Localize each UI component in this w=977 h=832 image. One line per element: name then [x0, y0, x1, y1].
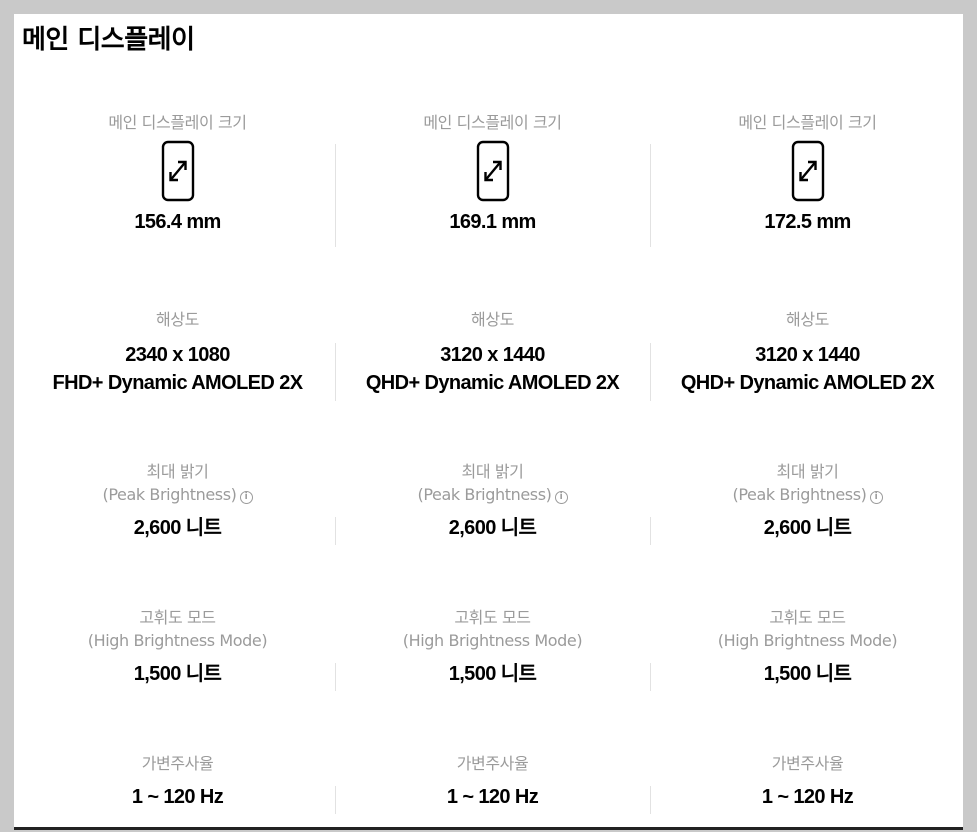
spec-cell: 고휘도 모드 (High Brightness Mode) 1,500 니트: [335, 606, 650, 688]
spec-label-en: (Peak Brightness) i: [20, 483, 335, 506]
spec-value: 2,600 니트: [448, 517, 537, 539]
spec-value: 169.1 mm: [449, 211, 536, 233]
spec-row-peak-brightness: 최대 밝기 (Peak Brightness) i 2,600 니트 최대 밝기 …: [14, 460, 963, 550]
bottom-border: [14, 827, 963, 830]
spec-label: 최대 밝기: [776, 462, 839, 481]
spec-cell: 최대 밝기 (Peak Brightness) i 2,600 니트: [335, 460, 650, 542]
spec-value-panel-type: QHD+ Dynamic AMOLED 2X: [365, 372, 620, 394]
spec-row-display-size: 메인 디스플레이 크기 156.4 mm 메인 디스플레이 크기 169.1 m…: [14, 111, 963, 261]
spec-label: 해상도: [471, 310, 514, 329]
phone-diagonal-size-icon: [650, 140, 963, 202]
spec-label: 메인 디스플레이 크기: [423, 113, 562, 132]
spec-label: 해상도: [786, 310, 829, 329]
spec-value: 156.4 mm: [134, 211, 221, 233]
info-icon[interactable]: i: [869, 491, 883, 504]
spec-label-en: (High Brightness Mode): [402, 631, 583, 650]
spec-cell: 해상도 3120 x 1440 QHD+ Dynamic AMOLED 2X: [335, 308, 650, 397]
spec-label: 가변주사율: [141, 754, 214, 773]
spec-value: 1,500 니트: [763, 663, 852, 685]
spec-cell: 고휘도 모드 (High Brightness Mode) 1,500 니트: [20, 606, 335, 688]
spec-value: 172.5 mm: [764, 211, 851, 233]
spec-row-high-brightness-mode: 고휘도 모드 (High Brightness Mode) 1,500 니트 고…: [14, 606, 963, 696]
spec-label-en: (Peak Brightness) i: [335, 483, 650, 506]
spec-label: 메인 디스플레이 크기: [738, 113, 877, 132]
spec-cell: 고휘도 모드 (High Brightness Mode) 1,500 니트: [650, 606, 963, 688]
spec-cell: 해상도 3120 x 1440 QHD+ Dynamic AMOLED 2X: [650, 308, 963, 397]
spec-cell: 가변주사율 1 ~ 120 Hz: [650, 752, 963, 811]
spec-value: 1 ~ 120 Hz: [131, 786, 224, 808]
spec-cell: 메인 디스플레이 크기 156.4 mm: [20, 111, 335, 236]
phone-diagonal-size-icon: [335, 140, 650, 202]
spec-cell: 최대 밝기 (Peak Brightness) i 2,600 니트: [650, 460, 963, 542]
spec-label: 최대 밝기: [461, 462, 524, 481]
spec-label: 최대 밝기: [146, 462, 209, 481]
info-icon[interactable]: i: [239, 491, 253, 504]
spec-label-en: (High Brightness Mode): [717, 631, 898, 650]
spec-cell: 메인 디스플레이 크기 169.1 mm: [335, 111, 650, 236]
spec-value: 2,600 니트: [133, 517, 222, 539]
spec-label-en: (Peak Brightness) i: [650, 483, 963, 506]
spec-label: 메인 디스플레이 크기: [108, 113, 247, 132]
spec-label-en-text: (Peak Brightness): [417, 485, 552, 504]
spec-cell: 최대 밝기 (Peak Brightness) i 2,600 니트: [20, 460, 335, 542]
spec-value: 2,600 니트: [763, 517, 852, 539]
spec-label: 가변주사율: [456, 754, 529, 773]
phone-diagonal-size-icon: [20, 140, 335, 202]
spec-row-resolution: 해상도 2340 x 1080 FHD+ Dynamic AMOLED 2X 해…: [14, 308, 963, 408]
page-title: 메인 디스플레이: [22, 25, 195, 55]
spec-cell: 해상도 2340 x 1080 FHD+ Dynamic AMOLED 2X: [20, 308, 335, 397]
spec-cell: 가변주사율 1 ~ 120 Hz: [335, 752, 650, 811]
spec-value-panel-type: QHD+ Dynamic AMOLED 2X: [680, 372, 935, 394]
spec-value-resolution: 3120 x 1440: [440, 344, 545, 366]
spec-panel: 메인 디스플레이 메인 디스플레이 크기 156.4 mm 메인 디스플레이 크…: [14, 14, 963, 830]
info-icon[interactable]: i: [554, 491, 568, 504]
spec-value: 1,500 니트: [448, 663, 537, 685]
spec-label: 해상도: [156, 310, 199, 329]
spec-cell: 메인 디스플레이 크기 172.5 mm: [650, 111, 963, 236]
spec-label-en-text: (Peak Brightness): [102, 485, 237, 504]
spec-label: 고휘도 모드: [139, 608, 216, 627]
spec-value: 1,500 니트: [133, 663, 222, 685]
spec-value-panel-type: FHD+ Dynamic AMOLED 2X: [52, 372, 303, 394]
spec-row-refresh-rate: 가변주사율 1 ~ 120 Hz 가변주사율 1 ~ 120 Hz 가변주사율 …: [14, 752, 963, 822]
spec-value: 1 ~ 120 Hz: [761, 786, 854, 808]
spec-cell: 가변주사율 1 ~ 120 Hz: [20, 752, 335, 811]
spec-value-resolution: 3120 x 1440: [755, 344, 860, 366]
spec-label-en: (High Brightness Mode): [87, 631, 268, 650]
spec-label: 가변주사율: [771, 754, 844, 773]
spec-label-en-text: (Peak Brightness): [732, 485, 867, 504]
spec-label: 고휘도 모드: [769, 608, 846, 627]
spec-value-resolution: 2340 x 1080: [125, 344, 230, 366]
spec-label: 고휘도 모드: [454, 608, 531, 627]
spec-value: 1 ~ 120 Hz: [446, 786, 539, 808]
